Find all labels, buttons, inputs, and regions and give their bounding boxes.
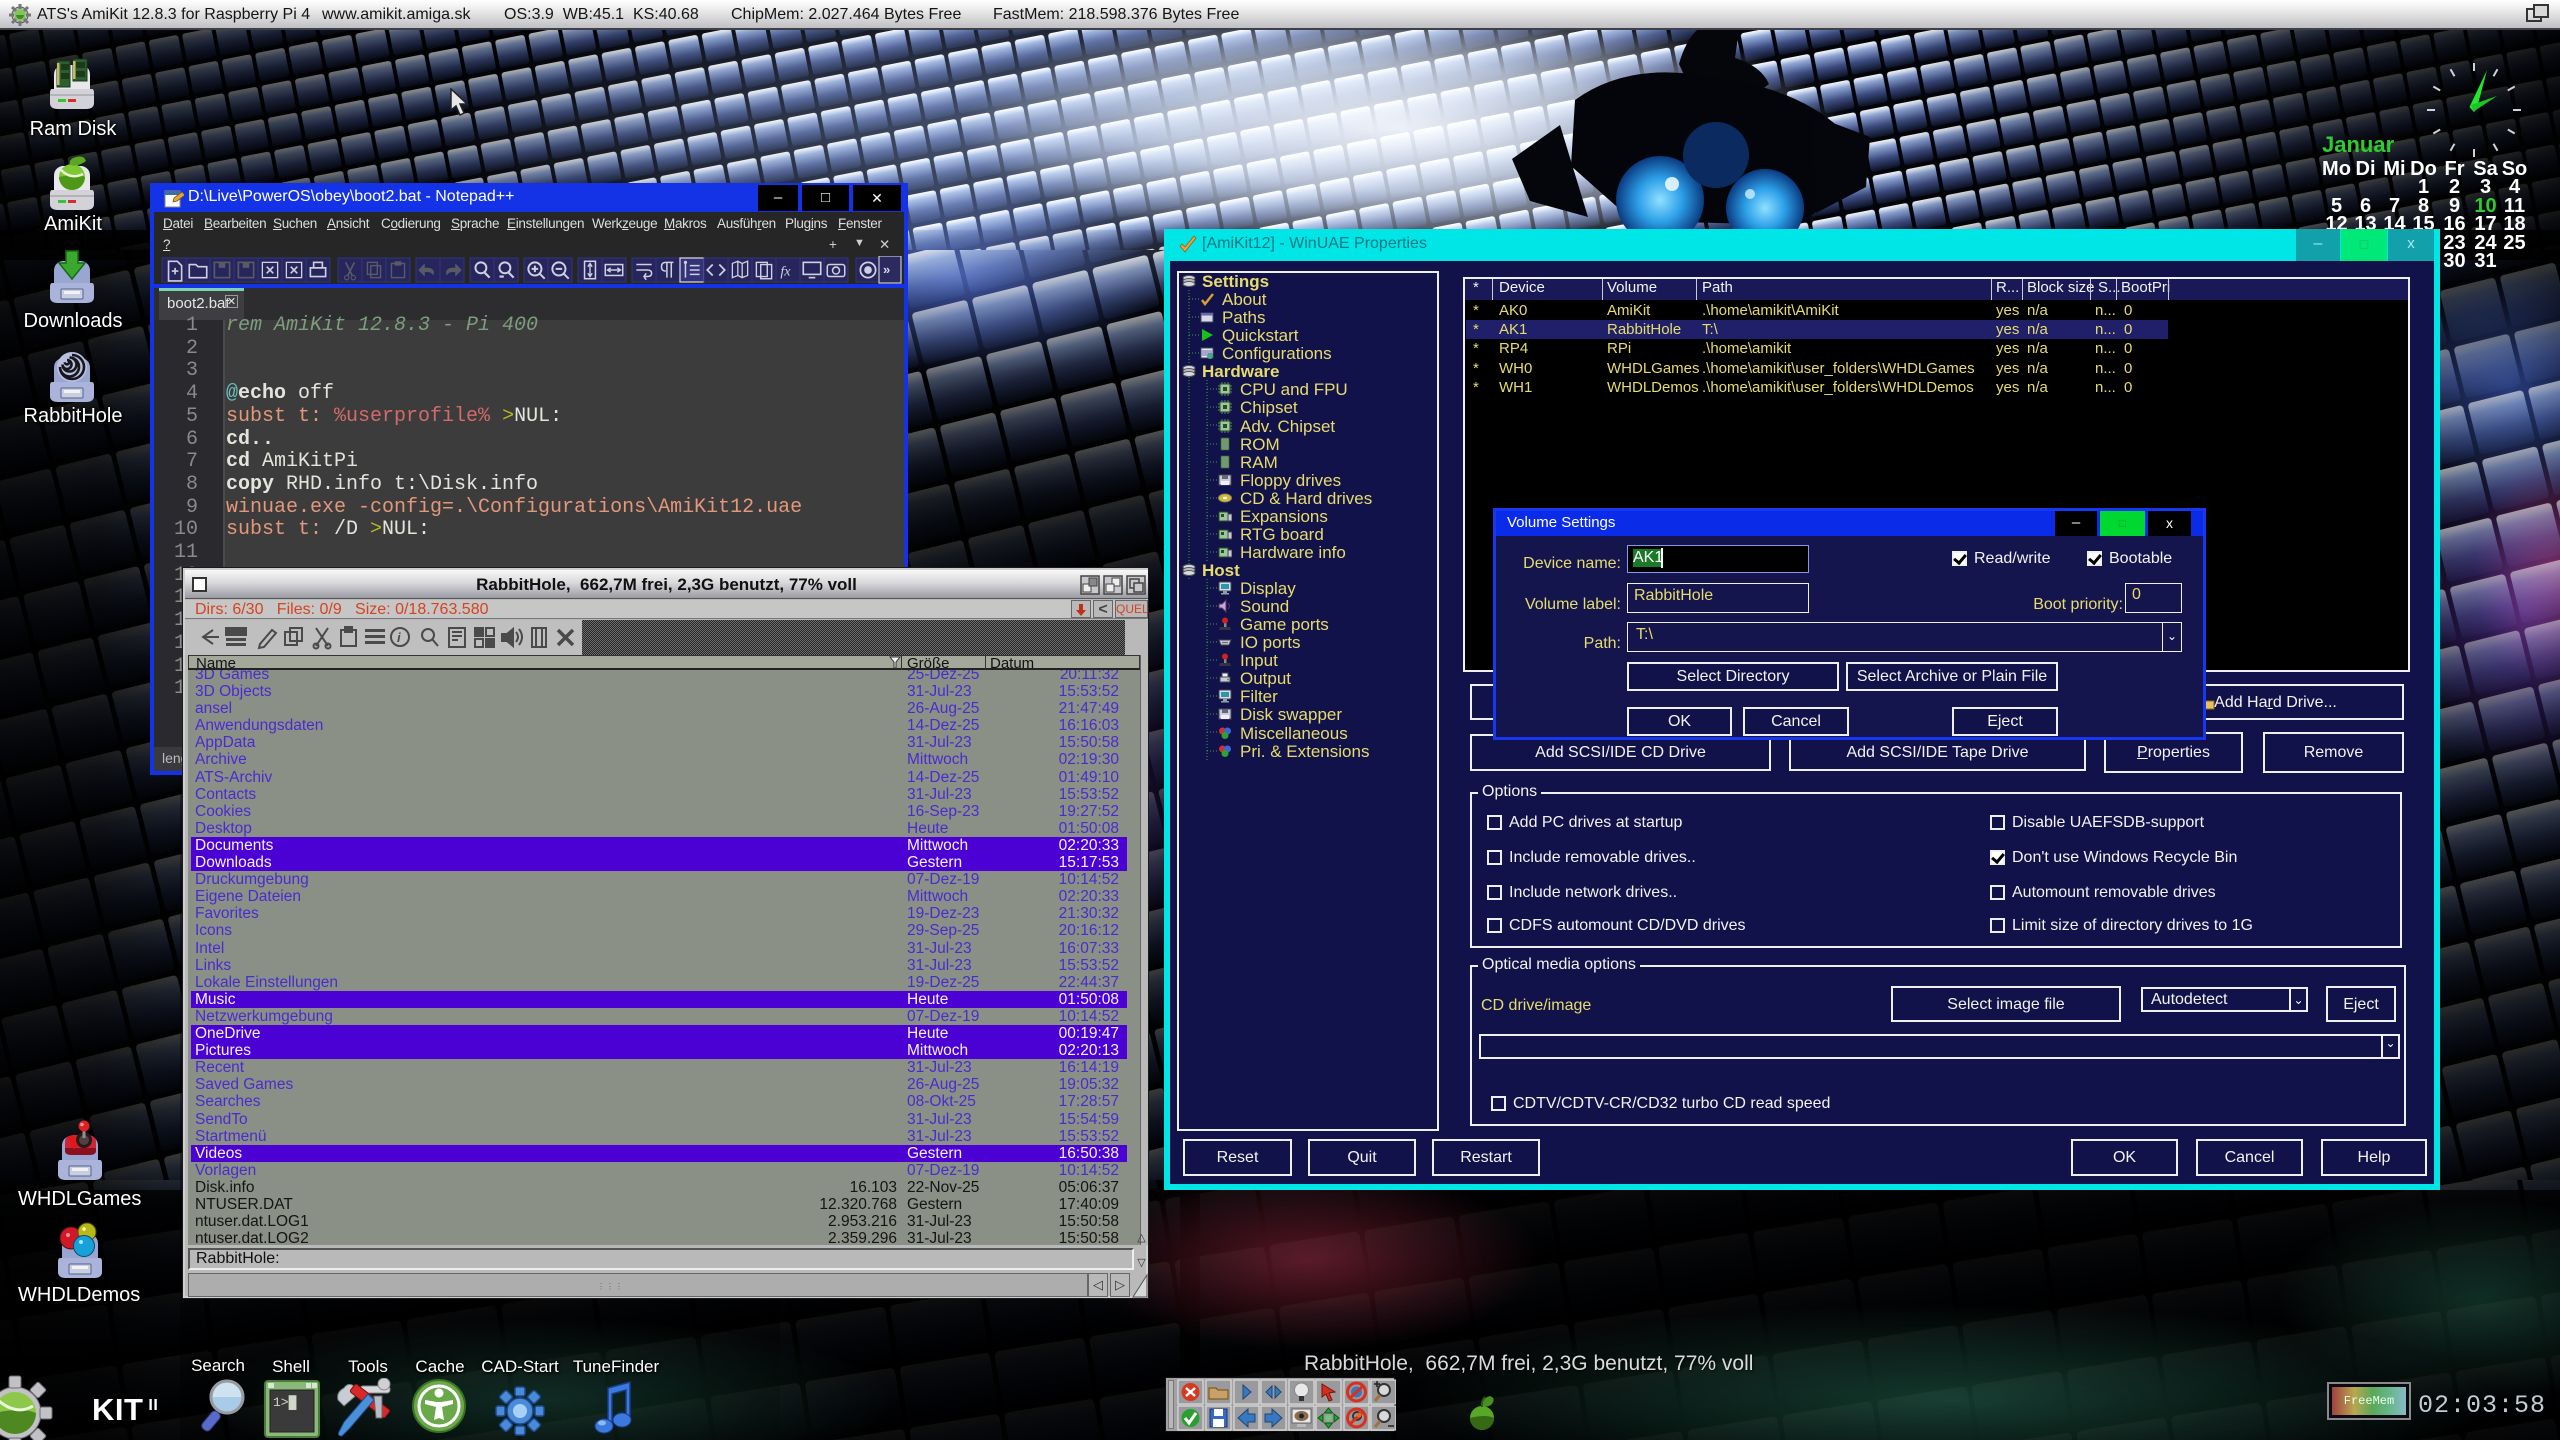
- svg-text:»: »: [883, 262, 890, 277]
- svg-text:i: i: [397, 630, 401, 645]
- svg-text:1>█: 1>█: [273, 1395, 297, 1410]
- svg-text:fx: fx: [780, 263, 791, 279]
